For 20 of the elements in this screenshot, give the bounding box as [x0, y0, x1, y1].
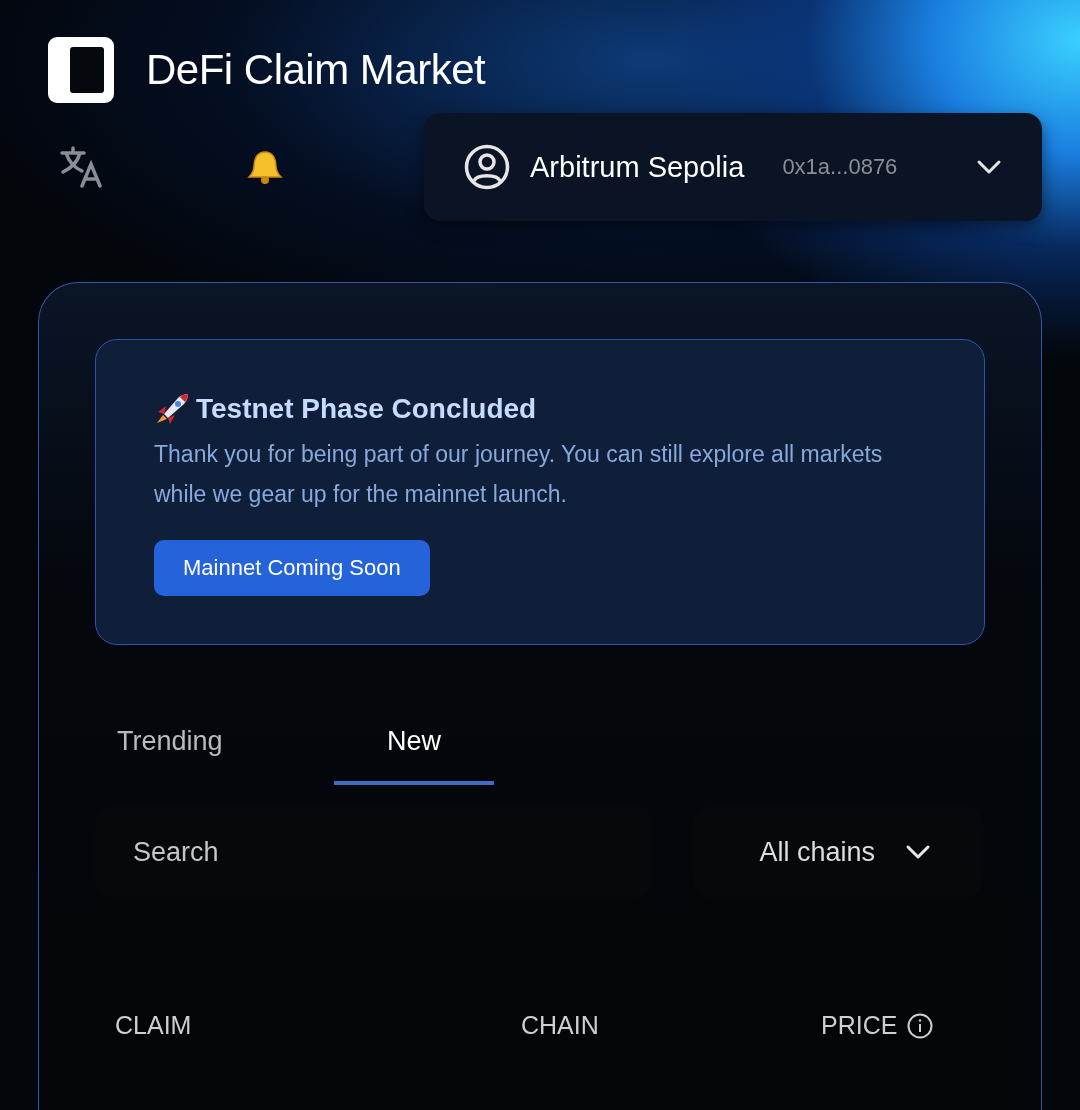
column-header: CLAIM [115, 1011, 192, 1040]
app-title: DeFi Claim Market [146, 46, 486, 94]
column-header: CHAIN [521, 1011, 599, 1040]
info-icon[interactable] [907, 1012, 934, 1039]
tab[interactable]: New [334, 701, 494, 785]
chevron-down-icon [976, 159, 1002, 175]
chevron-down-icon [905, 844, 931, 860]
tab[interactable]: Trending [95, 701, 294, 785]
user-icon [464, 144, 510, 190]
logo-icon [48, 37, 114, 103]
notice-text: Thank you for being part of our journey. You can still explore all markets while we gear up for the mainnet launch. [154, 440, 884, 509]
bell-icon[interactable] [246, 149, 284, 185]
translate-icon[interactable] [60, 146, 104, 188]
rocket-icon [154, 392, 190, 426]
account-button[interactable]: Arbitrum Sepolia 0x1a...0876 [424, 113, 1042, 221]
network-name: Arbitrum Sepolia [530, 150, 745, 184]
notice-title: Testnet Phase Concluded [196, 393, 537, 425]
mainnet-button[interactable]: Mainnet Coming Soon [154, 540, 430, 596]
wallet-address: 0x1a...0876 [782, 154, 899, 180]
column-header: PRICE [821, 1011, 898, 1040]
